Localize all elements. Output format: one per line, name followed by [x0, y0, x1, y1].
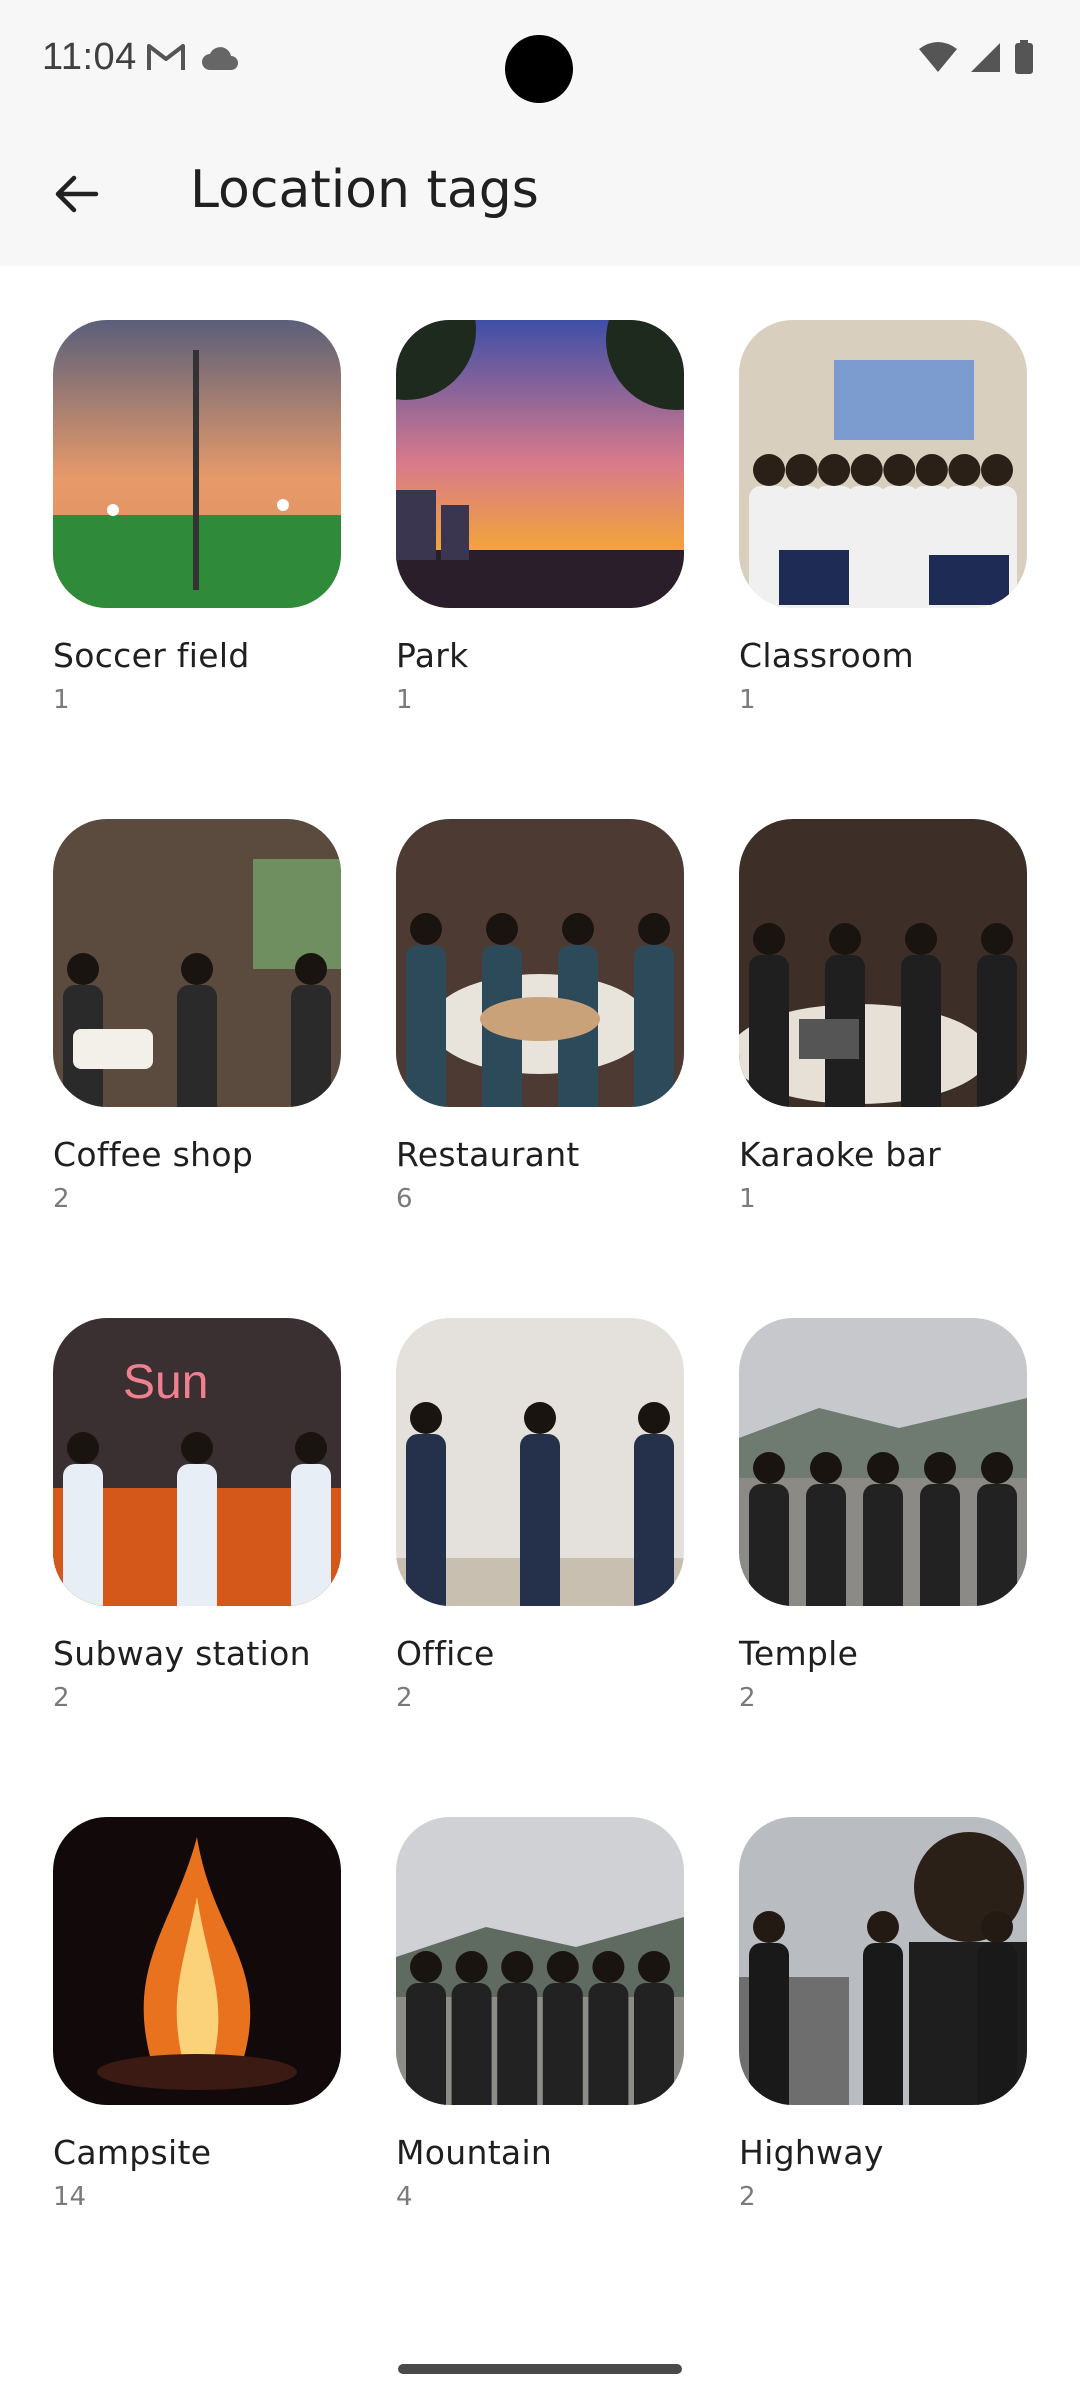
tag-count: 2 [53, 1683, 70, 1713]
location-tag-item[interactable]: Office 2 [396, 1318, 684, 1817]
tag-thumbnail [396, 1318, 684, 1606]
tag-label: Soccer field [53, 636, 250, 675]
tag-label: Karaoke bar [739, 1135, 942, 1174]
home-indicator[interactable] [398, 2364, 682, 2374]
location-tag-item[interactable]: Mountain 4 [396, 1817, 684, 2316]
tag-label: Subway station [53, 1634, 311, 1673]
tag-label: Classroom [739, 636, 914, 675]
page-title: Location tags [190, 160, 539, 220]
status-bar: 11:04 [0, 0, 1080, 120]
tag-label: Highway [739, 2133, 884, 2172]
status-time: 11:04 [42, 36, 137, 78]
tag-label: Office [396, 1634, 495, 1673]
location-tag-item[interactable]: Classroom 1 [739, 320, 1027, 819]
app-bar: Location tags [0, 120, 1080, 266]
location-tag-grid: Soccer field 1 Park 1 Classroom 1 Coffee… [53, 320, 1033, 2316]
location-tag-item[interactable]: Campsite 14 [53, 1817, 341, 2316]
tag-label: Temple [739, 1634, 859, 1673]
camera-cutout [505, 35, 573, 103]
location-tag-item[interactable]: Soccer field 1 [53, 320, 341, 819]
tag-thumbnail [739, 819, 1027, 1107]
tag-count: 14 [53, 2182, 87, 2212]
tag-count: 6 [396, 1184, 413, 1214]
location-tag-item[interactable]: Coffee shop 2 [53, 819, 341, 1318]
tag-thumbnail: Sun [53, 1318, 341, 1606]
back-button[interactable] [40, 158, 112, 230]
tag-label: Coffee shop [53, 1135, 254, 1174]
tag-thumbnail [396, 1817, 684, 2105]
tag-label: Campsite [53, 2133, 212, 2172]
tag-count: 2 [739, 2182, 756, 2212]
svg-text:Sun: Sun [123, 1356, 208, 1409]
tag-thumbnail [53, 1817, 341, 2105]
location-tag-item[interactable]: Sun Subway station 2 [53, 1318, 341, 1817]
arrow-left-icon [55, 175, 99, 213]
tag-count: 2 [396, 1683, 413, 1713]
tag-label: Restaurant [396, 1135, 580, 1174]
tag-count: 1 [53, 685, 70, 715]
location-tag-item[interactable]: Park 1 [396, 320, 684, 819]
tag-thumbnail [53, 819, 341, 1107]
location-tag-item[interactable]: Restaurant 6 [396, 819, 684, 1318]
tag-thumbnail [396, 819, 684, 1107]
tag-thumbnail [739, 1318, 1027, 1606]
battery-icon [1014, 40, 1034, 79]
tag-thumbnail [739, 1817, 1027, 2105]
tag-label: Park [396, 636, 469, 675]
tag-count: 1 [739, 685, 756, 715]
tag-thumbnail [53, 320, 341, 608]
tag-count: 1 [396, 685, 413, 715]
wifi-icon [918, 41, 958, 78]
gmail-icon [146, 42, 186, 77]
tag-thumbnail [739, 320, 1027, 608]
tag-count: 2 [53, 1184, 70, 1214]
tag-count: 2 [739, 1683, 756, 1713]
tag-thumbnail [396, 320, 684, 608]
tag-label: Mountain [396, 2133, 553, 2172]
signal-icon [970, 41, 1002, 78]
cloud-icon [200, 46, 240, 77]
location-tag-item[interactable]: Karaoke bar 1 [739, 819, 1027, 1318]
location-tag-item[interactable]: Temple 2 [739, 1318, 1027, 1817]
tag-count: 4 [396, 2182, 413, 2212]
location-tag-item[interactable]: Highway 2 [739, 1817, 1027, 2316]
tag-count: 1 [739, 1184, 756, 1214]
